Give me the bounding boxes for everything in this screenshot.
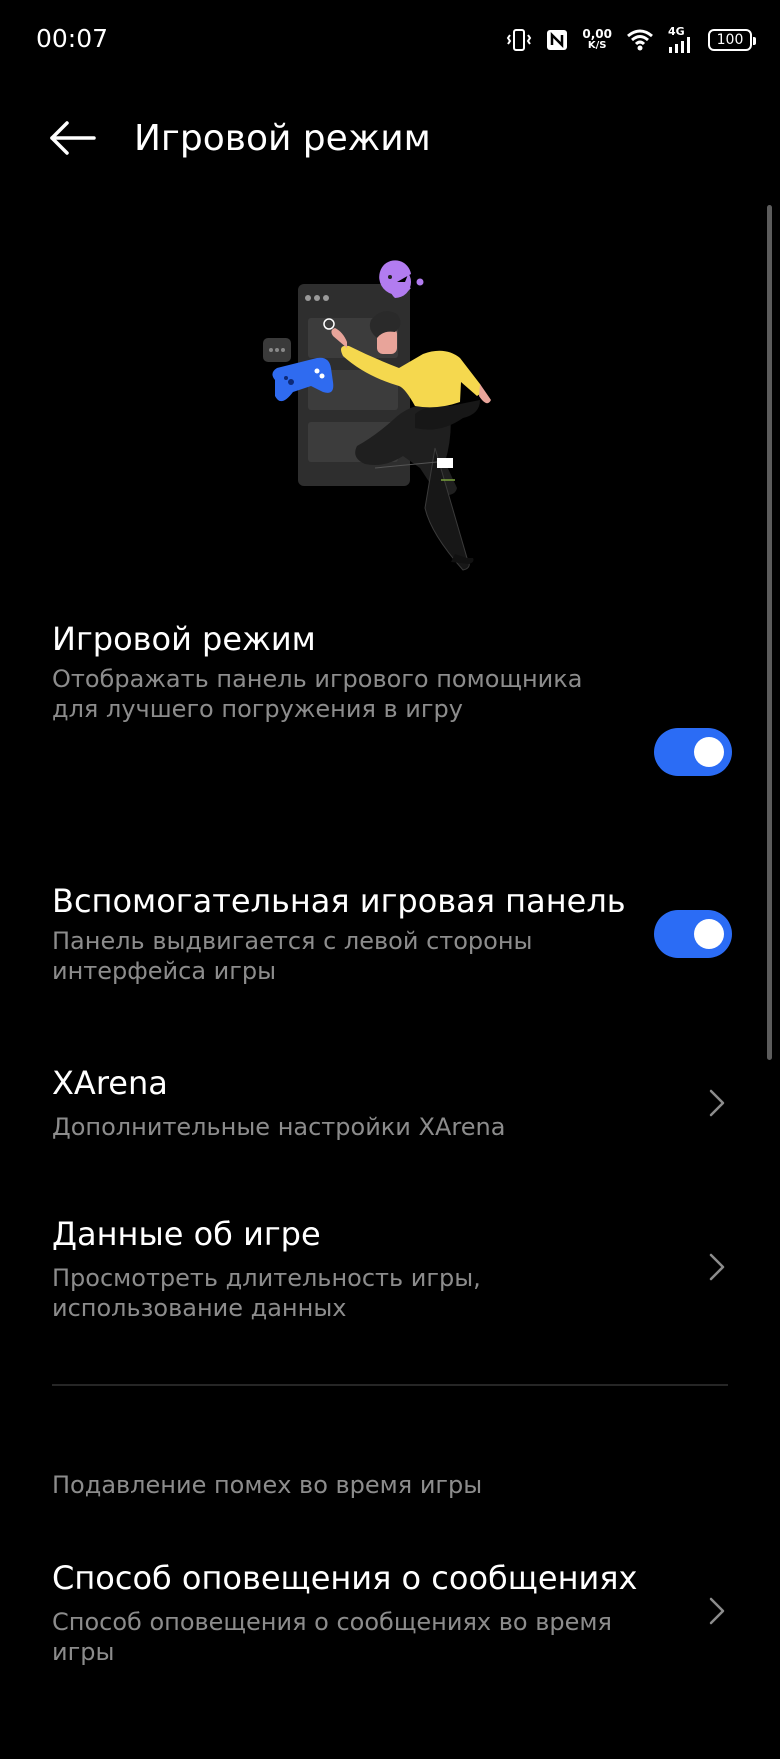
toggle-knob bbox=[694, 737, 724, 767]
game-mode-toggle[interactable] bbox=[654, 728, 732, 776]
back-button[interactable] bbox=[44, 115, 100, 165]
app-bar: Игровой режим bbox=[0, 100, 780, 180]
status-bar: 00:07 0,00 K/S 4G 100 bbox=[0, 0, 780, 80]
setting-title: Данные об игре bbox=[52, 1215, 321, 1253]
nfc-icon bbox=[546, 29, 568, 51]
chevron-right-icon bbox=[708, 1088, 726, 1118]
setting-description: Способ оповещения о сообщениях во время … bbox=[52, 1608, 612, 1666]
battery-icon: 100 bbox=[708, 29, 756, 51]
game-mode-illustration bbox=[255, 258, 555, 578]
assistant-panel-toggle[interactable] bbox=[654, 910, 732, 958]
status-icons: 0,00 K/S 4G 100 bbox=[506, 22, 756, 58]
net-speed-value: 0,00 bbox=[582, 27, 612, 41]
setting-description: Просмотреть длительность игры, использов… bbox=[52, 1264, 481, 1322]
setting-description: Отображать панель игрового помощника для… bbox=[52, 665, 583, 723]
setting-title: Игровой режим bbox=[52, 620, 316, 658]
arrow-left-icon bbox=[48, 120, 96, 160]
chevron-right-icon bbox=[708, 1252, 726, 1282]
setting-notification-method[interactable]: Способ оповещения о сообщениях Способ оп… bbox=[0, 1559, 780, 1679]
section-header: Подавление помех во время игры bbox=[52, 1471, 483, 1499]
setting-title: XArena bbox=[52, 1064, 168, 1102]
chat-bubble-icon bbox=[263, 338, 291, 362]
chevron-right-icon bbox=[708, 1596, 726, 1626]
network-type: 4G bbox=[668, 25, 685, 38]
wifi-icon bbox=[626, 29, 654, 51]
setting-game-mode[interactable]: Игровой режим Отображать панель игрового… bbox=[0, 620, 780, 728]
setting-title: Вспомогательная игровая панель bbox=[52, 882, 626, 920]
setting-game-data[interactable]: Данные об игре Просмотреть длительность … bbox=[0, 1215, 780, 1335]
status-time: 00:07 bbox=[36, 24, 109, 53]
battery-level: 100 bbox=[716, 32, 744, 48]
net-speed-unit: K/S bbox=[587, 40, 607, 51]
vibrate-icon bbox=[506, 28, 532, 52]
setting-description: Панель выдвигается с левой стороны интер… bbox=[52, 927, 533, 985]
net-speed: 0,00 K/S bbox=[582, 28, 612, 52]
setting-description: Дополнительные настройки XArena bbox=[52, 1113, 506, 1141]
setting-title: Способ оповещения о сообщениях bbox=[52, 1559, 638, 1597]
divider bbox=[52, 1384, 728, 1386]
page-title: Игровой режим bbox=[134, 118, 431, 159]
toggle-knob bbox=[694, 919, 724, 949]
signal-icon: 4G bbox=[668, 25, 694, 53]
setting-xarena[interactable]: XArena Дополнительные настройки XArena bbox=[0, 1064, 780, 1154]
